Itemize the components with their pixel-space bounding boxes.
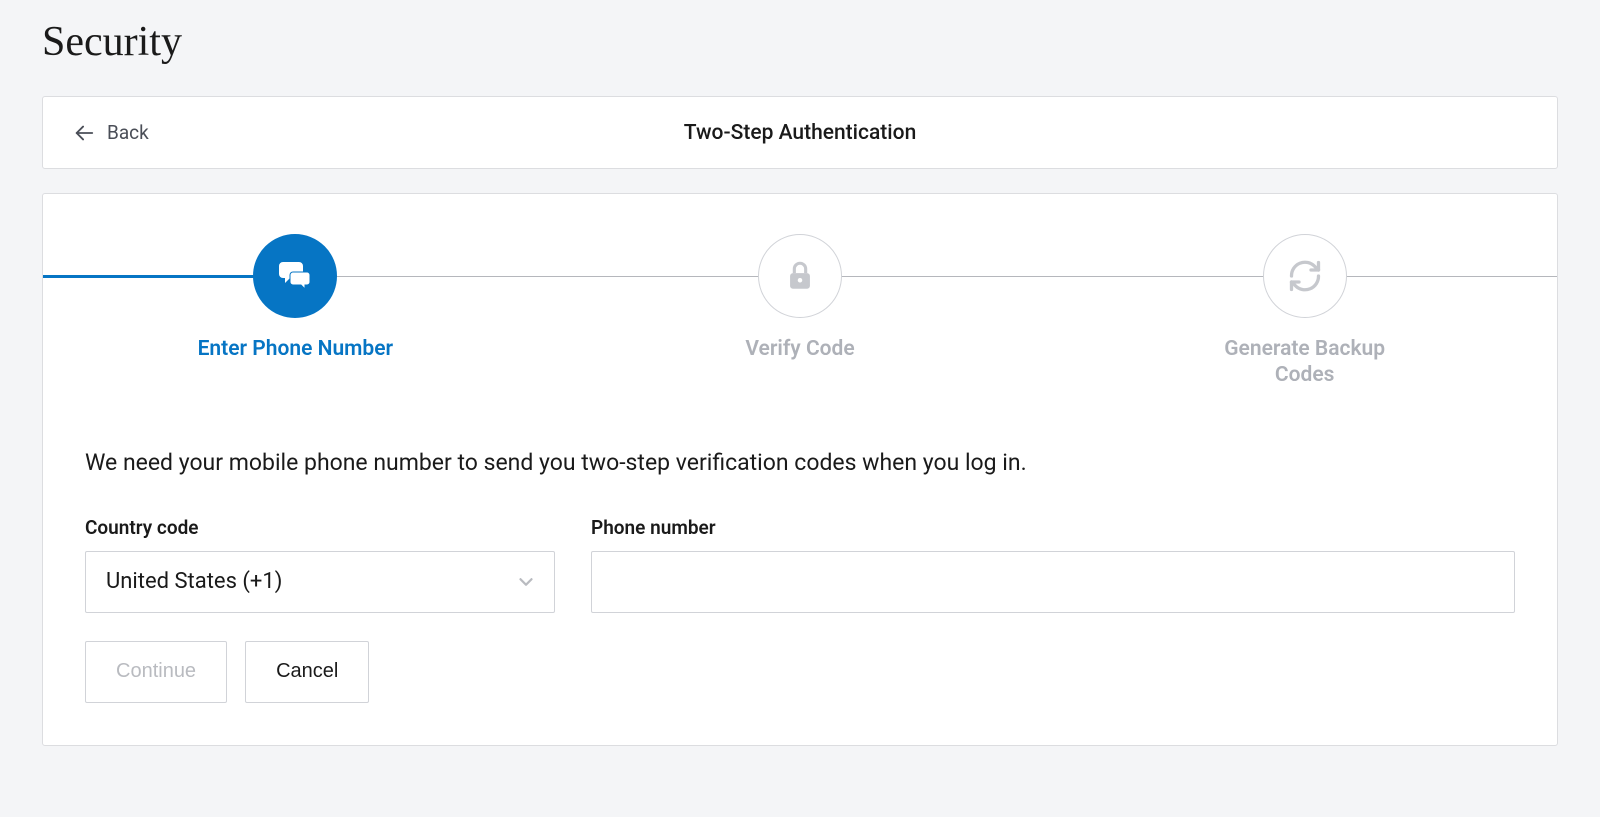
back-button[interactable]: Back <box>73 121 149 144</box>
country-code-field: Country code United States (+1) <box>85 516 555 613</box>
content-card: Enter Phone Number Verify Code <box>42 193 1558 746</box>
header-bar: Back Two-Step Authentication <box>42 96 1558 169</box>
phone-number-input[interactable] <box>591 551 1515 613</box>
step-circle-1 <box>253 234 337 318</box>
step-backup-codes: Generate Backup Codes <box>1052 234 1557 389</box>
buttons-row: Continue Cancel <box>85 641 1515 703</box>
chat-icon <box>275 256 315 296</box>
step-circle-3 <box>1263 234 1347 318</box>
country-code-select[interactable]: United States (+1) <box>85 551 555 613</box>
step-enter-phone: Enter Phone Number <box>43 234 548 389</box>
continue-button[interactable]: Continue <box>85 641 227 703</box>
description-text: We need your mobile phone number to send… <box>85 449 1515 476</box>
form-row: Country code United States (+1) Phone nu… <box>85 516 1515 613</box>
refresh-icon <box>1287 258 1323 294</box>
step-label-2: Verify Code <box>745 336 854 362</box>
lock-icon <box>783 259 817 293</box>
country-code-value: United States (+1) <box>106 569 282 594</box>
step-circle-2 <box>758 234 842 318</box>
phone-number-label: Phone number <box>591 516 1515 539</box>
arrow-left-icon <box>73 122 95 144</box>
header-title: Two-Step Authentication <box>43 121 1557 145</box>
back-label: Back <box>107 121 149 144</box>
phone-number-field: Phone number <box>591 516 1515 613</box>
cancel-button[interactable]: Cancel <box>245 641 369 703</box>
country-code-label: Country code <box>85 516 555 539</box>
stepper: Enter Phone Number Verify Code <box>43 194 1557 389</box>
step-label-1: Enter Phone Number <box>198 336 394 362</box>
step-label-3: Generate Backup Codes <box>1195 336 1415 389</box>
page-title: Security <box>42 18 1558 66</box>
step-verify-code: Verify Code <box>548 234 1053 389</box>
